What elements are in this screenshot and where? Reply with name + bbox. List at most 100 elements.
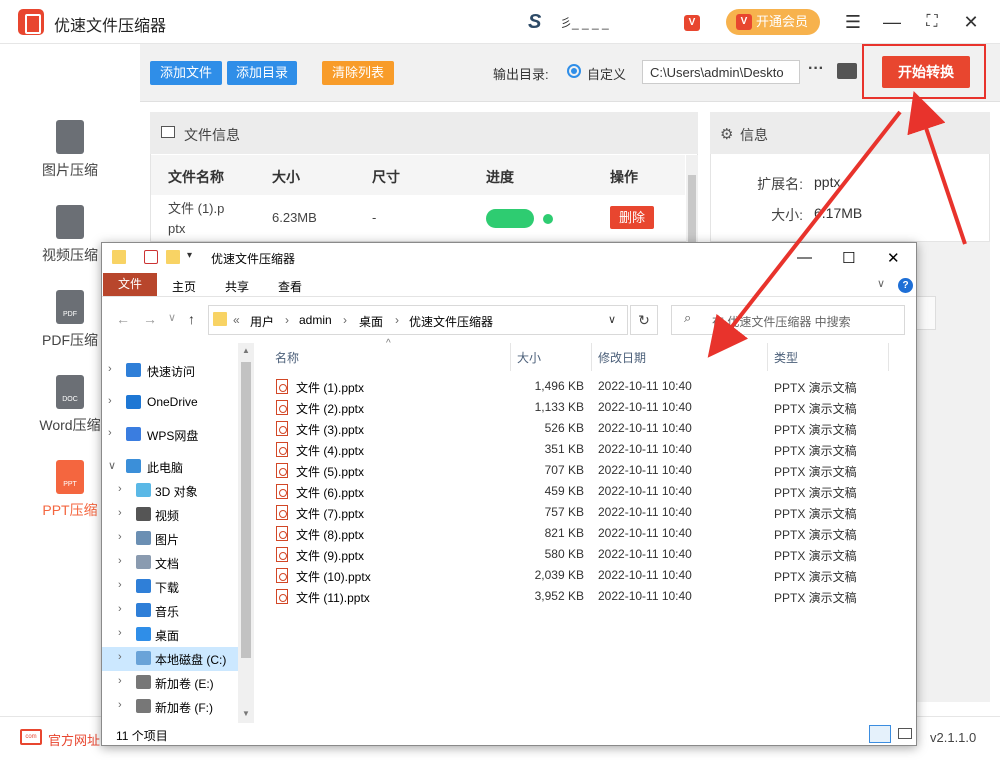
menu-icon[interactable]: ☰ bbox=[841, 10, 865, 34]
collapsed-chevron-icon[interactable]: › bbox=[118, 627, 122, 639]
back-arrow-icon[interactable]: ← bbox=[116, 311, 130, 327]
breadcrumb-item[interactable]: admin bbox=[299, 313, 332, 327]
ribbon-tab-share[interactable]: 共享 bbox=[225, 278, 249, 295]
breadcrumb-item[interactable]: 桌面 bbox=[359, 313, 383, 330]
file-row[interactable]: 文件 (10).pptx 2,039 KB 2022-10-11 10:40 PPTX… bbox=[270, 565, 890, 586]
custom-output-radio[interactable] bbox=[567, 64, 581, 78]
close-button[interactable]: ✕ bbox=[959, 10, 983, 34]
add-folder-button[interactable]: 添加目录 bbox=[227, 61, 297, 85]
up-arrow-icon[interactable]: ↑ bbox=[188, 311, 195, 327]
dropdown-edge[interactable] bbox=[916, 296, 936, 330]
collapsed-chevron-icon[interactable]: › bbox=[118, 675, 122, 687]
tree-item[interactable]: › 下载 bbox=[102, 575, 238, 599]
user-name[interactable]: 彡_ _ _ _ bbox=[560, 14, 609, 31]
website-icon[interactable]: com bbox=[20, 729, 42, 745]
nav-item-0[interactable]: 图片压缩 bbox=[0, 120, 140, 204]
col-divider[interactable] bbox=[510, 343, 511, 371]
output-path-input[interactable]: C:\Users\admin\Deskto bbox=[642, 60, 800, 84]
explorer-minimize-button[interactable]: — bbox=[797, 249, 812, 266]
breadcrumb-separator-icon[interactable]: › bbox=[395, 313, 399, 327]
clear-list-button[interactable]: 清除列表 bbox=[322, 61, 394, 85]
file-row[interactable]: 文件 (4).pptx 351 KB 2022-10-11 10:40 PPTX 演示… bbox=[270, 439, 890, 460]
help-icon[interactable]: ? bbox=[898, 278, 913, 293]
properties-icon[interactable] bbox=[144, 250, 158, 264]
address-dropdown-icon[interactable]: ∨ bbox=[608, 313, 616, 326]
col-divider[interactable] bbox=[888, 343, 889, 371]
breadcrumb-item[interactable]: 用户 bbox=[250, 313, 274, 330]
recent-dropdown-icon[interactable]: ∨ bbox=[168, 311, 176, 324]
breadcrumb-separator-icon[interactable]: « bbox=[233, 313, 240, 327]
file-row[interactable]: 文件 (3).pptx 526 KB 2022-10-11 10:40 PPTX 演示… bbox=[270, 418, 890, 439]
official-site-link[interactable]: 官方网址 bbox=[48, 730, 100, 749]
user-avatar-icon[interactable]: S bbox=[528, 12, 541, 32]
tree-item[interactable]: ∨ 此电脑 bbox=[102, 455, 238, 479]
collapsed-chevron-icon[interactable]: › bbox=[118, 531, 122, 543]
col-divider[interactable] bbox=[767, 343, 768, 371]
ribbon-tab-view[interactable]: 查看 bbox=[278, 278, 302, 295]
new-folder-icon[interactable] bbox=[166, 250, 180, 264]
collapsed-chevron-icon[interactable]: › bbox=[118, 507, 122, 519]
tree-item[interactable]: › 音乐 bbox=[102, 599, 238, 623]
minimize-button[interactable]: — bbox=[880, 10, 904, 34]
tree-item[interactable]: › 新加卷 (F:) bbox=[102, 695, 238, 719]
collapsed-chevron-icon[interactable]: › bbox=[118, 579, 122, 591]
tree-scroll-thumb[interactable] bbox=[241, 362, 251, 658]
breadcrumb-separator-icon[interactable]: › bbox=[343, 313, 347, 327]
file-row[interactable]: 文件 (7).pptx 757 KB 2022-10-11 10:40 PPTX 演示… bbox=[270, 502, 890, 523]
add-file-button[interactable]: 添加文件 bbox=[150, 61, 222, 85]
forward-arrow-icon[interactable]: → bbox=[143, 311, 157, 327]
tree-item[interactable]: › OneDrive bbox=[102, 391, 238, 415]
ribbon-tab-file[interactable]: 文件 bbox=[103, 273, 157, 296]
file-row[interactable]: 文件 (5).pptx 707 KB 2022-10-11 10:40 PPTX 演示… bbox=[270, 460, 890, 481]
file-row[interactable]: 文件 (1).pptx 1,496 KB 2022-10-11 10:40 PPTX … bbox=[270, 376, 890, 397]
collapsed-chevron-icon[interactable]: › bbox=[118, 699, 122, 711]
tree-item[interactable]: › 视频 bbox=[102, 503, 238, 527]
tree-item[interactable]: › 本地磁盘 (C:) bbox=[102, 647, 238, 671]
file-row[interactable]: 文件 (2).pptx 1,133 KB 2022-10-11 10:40 PPTX … bbox=[270, 397, 890, 418]
collapsed-chevron-icon[interactable]: › bbox=[108, 395, 112, 407]
folder-icon[interactable] bbox=[837, 63, 857, 79]
explorer-maximize-button[interactable]: ☐ bbox=[842, 249, 855, 267]
tree-scroll-down-icon[interactable]: ▼ bbox=[242, 709, 250, 718]
tree-item[interactable]: › 文档 bbox=[102, 551, 238, 575]
collapsed-chevron-icon[interactable]: › bbox=[108, 363, 112, 375]
collapsed-chevron-icon[interactable]: › bbox=[118, 651, 122, 663]
tree-item[interactable]: › 图片 bbox=[102, 527, 238, 551]
file-row[interactable]: 文件 (6).pptx 459 KB 2022-10-11 10:40 PPTX 演示… bbox=[270, 481, 890, 502]
explorer-close-button[interactable]: ✕ bbox=[887, 249, 900, 267]
col-date[interactable]: 修改日期 bbox=[598, 349, 646, 366]
col-divider[interactable] bbox=[591, 343, 592, 371]
tree-item[interactable]: › WPS网盘 bbox=[102, 423, 238, 447]
more-icon[interactable]: ··· bbox=[808, 60, 824, 78]
collapsed-chevron-icon[interactable]: › bbox=[108, 427, 112, 439]
breadcrumb-item[interactable]: 优速文件压缩器 bbox=[409, 313, 493, 330]
tree-item[interactable]: › 快速访问 bbox=[102, 359, 238, 383]
collapsed-chevron-icon[interactable]: › bbox=[118, 603, 122, 615]
details-view-icon[interactable] bbox=[869, 725, 891, 743]
expanded-chevron-icon[interactable]: ∨ bbox=[108, 459, 116, 472]
file-list-scroll-thumb[interactable] bbox=[688, 175, 696, 242]
breadcrumb-separator-icon[interactable]: › bbox=[285, 313, 289, 327]
file-row[interactable]: 文件 (11).pptx 3,952 KB 2022-10-11 10:40 PPTX… bbox=[270, 586, 890, 607]
tree-item[interactable]: › 桌面 bbox=[102, 623, 238, 647]
maximize-button[interactable]: ⛶ bbox=[920, 10, 944, 34]
col-size[interactable]: 大小 bbox=[517, 349, 541, 366]
open-vip-button[interactable]: V 开通会员 bbox=[726, 9, 820, 35]
large-icons-view-icon[interactable] bbox=[894, 725, 916, 743]
collapsed-chevron-icon[interactable]: › bbox=[118, 483, 122, 495]
col-type[interactable]: 类型 bbox=[774, 349, 798, 366]
tree-scroll-up-icon[interactable]: ▲ bbox=[242, 346, 250, 355]
tree-item[interactable]: › 新加卷 (E:) bbox=[102, 671, 238, 695]
start-convert-button[interactable]: 开始转换 bbox=[882, 56, 970, 88]
ribbon-tab-home[interactable]: 主页 bbox=[172, 278, 196, 295]
collapsed-chevron-icon[interactable]: › bbox=[118, 555, 122, 567]
delete-button[interactable]: 删除 bbox=[610, 206, 654, 229]
ribbon-expand-icon[interactable]: ∨ bbox=[877, 277, 885, 290]
quick-access-dropdown-icon[interactable]: ▾ bbox=[187, 250, 192, 261]
tree-item[interactable]: › 3D 对象 bbox=[102, 479, 238, 503]
file-row[interactable]: 文件 (9).pptx 580 KB 2022-10-11 10:40 PPTX 演示… bbox=[270, 544, 890, 565]
file-row[interactable]: 文件 (8).pptx 821 KB 2022-10-11 10:40 PPTX 演示… bbox=[270, 523, 890, 544]
col-name[interactable]: 名称 bbox=[275, 349, 299, 366]
refresh-button[interactable]: ↻ bbox=[630, 305, 658, 335]
progress-bar bbox=[486, 209, 534, 228]
